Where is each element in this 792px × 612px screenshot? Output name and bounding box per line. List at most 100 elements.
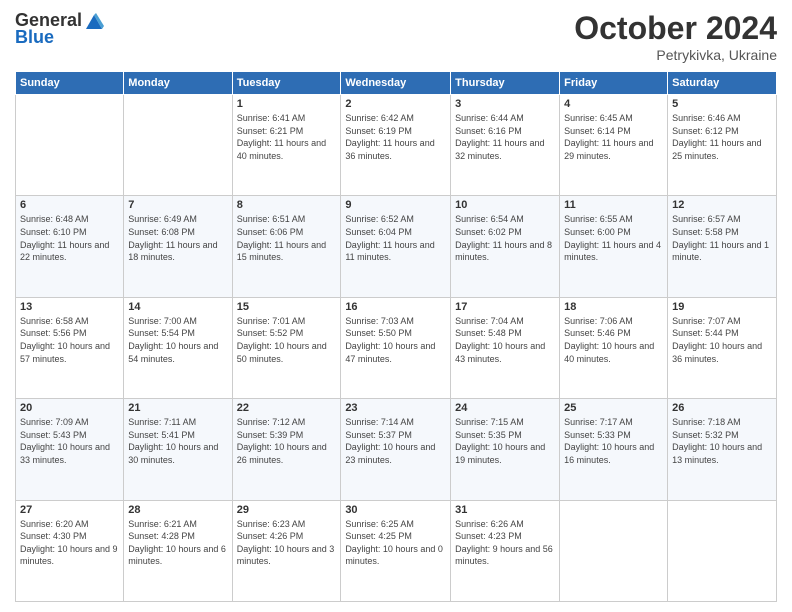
day-number: 3 <box>455 98 555 110</box>
day-number: 4 <box>564 98 663 110</box>
calendar-cell: 3 Sunrise: 6:44 AM Sunset: 6:16 PM Daylig… <box>451 95 560 196</box>
calendar-cell: 10 Sunrise: 6:54 AM Sunset: 6:02 PM Dayli… <box>451 196 560 297</box>
col-header-friday: Friday <box>560 72 668 95</box>
day-number: 31 <box>455 504 555 516</box>
calendar-cell: 8Sunrise: 6:51 AM Sunset: 6:06 PM Daylig… <box>232 196 341 297</box>
calendar-cell: 22 Sunrise: 7:12 AM Sunset: 5:39 PM Dayli… <box>232 399 341 500</box>
day-number: 14 <box>128 301 227 313</box>
day-info: Sunrise: 6:21 AM Sunset: 4:28 PM Dayligh… <box>128 518 227 568</box>
day-info: Sunrise: 7:17 AM Sunset: 5:33 PM Dayligh… <box>564 416 663 466</box>
day-number: 9 <box>345 199 446 211</box>
day-info: Sunrise: 7:01 AM Sunset: 5:52 PM Dayligh… <box>237 315 337 365</box>
calendar-cell <box>668 500 777 601</box>
calendar-cell: 24Sunrise: 7:15 AM Sunset: 5:35 PM Dayli… <box>451 399 560 500</box>
day-number: 13 <box>20 301 119 313</box>
calendar-cell: 18Sunrise: 7:06 AM Sunset: 5:46 PM Dayli… <box>560 297 668 398</box>
day-info: Sunrise: 6:54 AM Sunset: 6:02 PM Dayligh… <box>455 213 555 263</box>
day-info: Sunrise: 6:26 AM Sunset: 4:23 PM Dayligh… <box>455 518 555 568</box>
day-number: 22 <box>237 402 337 414</box>
day-number: 18 <box>564 301 663 313</box>
calendar-cell: 19 Sunrise: 7:07 AM Sunset: 5:44 PM Dayli… <box>668 297 777 398</box>
day-number: 25 <box>564 402 663 414</box>
day-info: Sunrise: 6:20 AM Sunset: 4:30 PM Dayligh… <box>20 518 119 568</box>
day-info: Sunrise: 7:07 AM Sunset: 5:44 PM Dayligh… <box>672 315 772 365</box>
col-header-sunday: Sunday <box>16 72 124 95</box>
day-number: 24 <box>455 402 555 414</box>
day-info: Sunrise: 6:49 AM Sunset: 6:08 PM Dayligh… <box>128 213 227 263</box>
calendar-cell: 25 Sunrise: 7:17 AM Sunset: 5:33 PM Dayli… <box>560 399 668 500</box>
calendar-cell: 23Sunrise: 7:14 AM Sunset: 5:37 PM Dayli… <box>341 399 451 500</box>
calendar-cell: 9Sunrise: 6:52 AM Sunset: 6:04 PM Daylig… <box>341 196 451 297</box>
calendar-cell: 26Sunrise: 7:18 AM Sunset: 5:32 PM Dayli… <box>668 399 777 500</box>
calendar-cell: 4 Sunrise: 6:45 AM Sunset: 6:14 PM Daylig… <box>560 95 668 196</box>
calendar-cell: 20 Sunrise: 7:09 AM Sunset: 5:43 PM Dayli… <box>16 399 124 500</box>
calendar-cell: 14 Sunrise: 7:00 AM Sunset: 5:54 PM Dayli… <box>124 297 232 398</box>
calendar-cell: 13 Sunrise: 6:58 AM Sunset: 5:56 PM Dayli… <box>16 297 124 398</box>
calendar-week-3: 13 Sunrise: 6:58 AM Sunset: 5:56 PM Dayli… <box>16 297 777 398</box>
day-info: Sunrise: 6:58 AM Sunset: 5:56 PM Dayligh… <box>20 315 119 365</box>
day-info: Sunrise: 7:09 AM Sunset: 5:43 PM Dayligh… <box>20 416 119 466</box>
day-number: 2 <box>345 98 446 110</box>
calendar-cell: 1Sunrise: 6:41 AM Sunset: 6:21 PM Daylig… <box>232 95 341 196</box>
day-number: 21 <box>128 402 227 414</box>
day-number: 8 <box>237 199 337 211</box>
calendar-cell: 16 Sunrise: 7:03 AM Sunset: 5:50 PM Dayli… <box>341 297 451 398</box>
header: General Blue October 2024 Petrykivka, Uk… <box>15 10 777 63</box>
day-info: Sunrise: 7:11 AM Sunset: 5:41 PM Dayligh… <box>128 416 227 466</box>
day-number: 1 <box>237 98 337 110</box>
col-header-tuesday: Tuesday <box>232 72 341 95</box>
day-info: Sunrise: 6:44 AM Sunset: 6:16 PM Dayligh… <box>455 112 555 162</box>
day-info: Sunrise: 6:55 AM Sunset: 6:00 PM Dayligh… <box>564 213 663 263</box>
day-info: Sunrise: 6:25 AM Sunset: 4:25 PM Dayligh… <box>345 518 446 568</box>
day-info: Sunrise: 7:03 AM Sunset: 5:50 PM Dayligh… <box>345 315 446 365</box>
calendar-cell: 7 Sunrise: 6:49 AM Sunset: 6:08 PM Daylig… <box>124 196 232 297</box>
day-number: 26 <box>672 402 772 414</box>
calendar-cell: 11Sunrise: 6:55 AM Sunset: 6:00 PM Dayli… <box>560 196 668 297</box>
calendar-week-1: 1Sunrise: 6:41 AM Sunset: 6:21 PM Daylig… <box>16 95 777 196</box>
day-number: 16 <box>345 301 446 313</box>
day-info: Sunrise: 7:14 AM Sunset: 5:37 PM Dayligh… <box>345 416 446 466</box>
day-number: 10 <box>455 199 555 211</box>
day-number: 28 <box>128 504 227 516</box>
day-number: 30 <box>345 504 446 516</box>
calendar-cell: 28 Sunrise: 6:21 AM Sunset: 4:28 PM Dayli… <box>124 500 232 601</box>
day-info: Sunrise: 6:45 AM Sunset: 6:14 PM Dayligh… <box>564 112 663 162</box>
logo: General Blue <box>15 10 104 48</box>
day-info: Sunrise: 6:46 AM Sunset: 6:12 PM Dayligh… <box>672 112 772 162</box>
day-number: 7 <box>128 199 227 211</box>
day-info: Sunrise: 7:04 AM Sunset: 5:48 PM Dayligh… <box>455 315 555 365</box>
calendar-cell <box>560 500 668 601</box>
day-number: 20 <box>20 402 119 414</box>
calendar-table: SundayMondayTuesdayWednesdayThursdayFrid… <box>15 71 777 602</box>
calendar-cell: 12 Sunrise: 6:57 AM Sunset: 5:58 PM Dayli… <box>668 196 777 297</box>
day-number: 12 <box>672 199 772 211</box>
calendar-week-5: 27 Sunrise: 6:20 AM Sunset: 4:30 PM Dayli… <box>16 500 777 601</box>
calendar-cell: 31 Sunrise: 6:26 AM Sunset: 4:23 PM Dayli… <box>451 500 560 601</box>
day-number: 27 <box>20 504 119 516</box>
col-header-monday: Monday <box>124 72 232 95</box>
calendar-cell <box>124 95 232 196</box>
day-number: 29 <box>237 504 337 516</box>
calendar-week-4: 20 Sunrise: 7:09 AM Sunset: 5:43 PM Dayli… <box>16 399 777 500</box>
calendar-week-2: 6Sunrise: 6:48 AM Sunset: 6:10 PM Daylig… <box>16 196 777 297</box>
calendar-cell: 29Sunrise: 6:23 AM Sunset: 4:26 PM Dayli… <box>232 500 341 601</box>
month-title: October 2024 <box>574 10 777 47</box>
calendar-cell: 21 Sunrise: 7:11 AM Sunset: 5:41 PM Dayli… <box>124 399 232 500</box>
title-section: October 2024 Petrykivka, Ukraine <box>574 10 777 63</box>
page: General Blue October 2024 Petrykivka, Uk… <box>0 0 792 612</box>
calendar-cell: 5 Sunrise: 6:46 AM Sunset: 6:12 PM Daylig… <box>668 95 777 196</box>
day-number: 15 <box>237 301 337 313</box>
day-info: Sunrise: 6:57 AM Sunset: 5:58 PM Dayligh… <box>672 213 772 263</box>
day-info: Sunrise: 7:00 AM Sunset: 5:54 PM Dayligh… <box>128 315 227 365</box>
logo-icon <box>84 11 104 31</box>
calendar-cell: 15 Sunrise: 7:01 AM Sunset: 5:52 PM Dayli… <box>232 297 341 398</box>
day-number: 17 <box>455 301 555 313</box>
day-number: 5 <box>672 98 772 110</box>
col-header-thursday: Thursday <box>451 72 560 95</box>
col-header-wednesday: Wednesday <box>341 72 451 95</box>
logo-blue: Blue <box>15 27 54 48</box>
day-info: Sunrise: 6:42 AM Sunset: 6:19 PM Dayligh… <box>345 112 446 162</box>
day-number: 19 <box>672 301 772 313</box>
calendar-cell: 27 Sunrise: 6:20 AM Sunset: 4:30 PM Dayli… <box>16 500 124 601</box>
day-info: Sunrise: 7:12 AM Sunset: 5:39 PM Dayligh… <box>237 416 337 466</box>
